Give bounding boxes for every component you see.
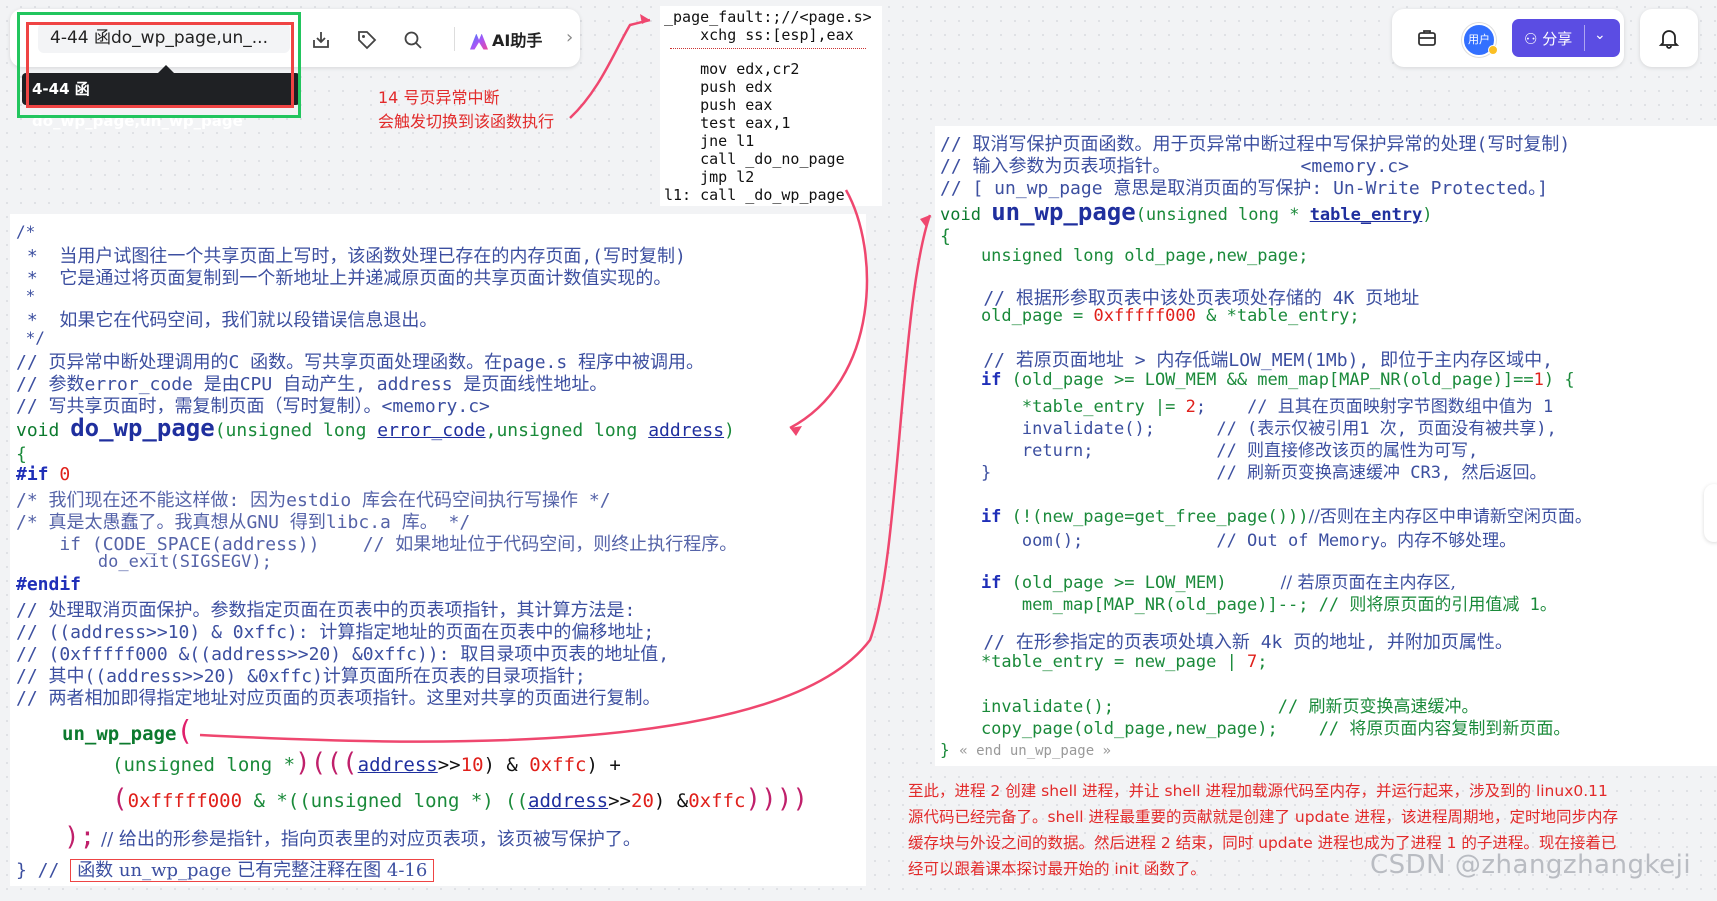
arrow-interrupt-to-asm	[569, 18, 651, 119]
side-panel-handle[interactable]	[1704, 484, 1717, 542]
arrow-asm-to-do-wp-page	[789, 189, 869, 430]
watermark: CSDN @zhangzhangkeji	[1370, 850, 1692, 880]
arrow-call-to-un-wp-page	[199, 214, 932, 743]
connector-arrows	[199, 14, 932, 743]
